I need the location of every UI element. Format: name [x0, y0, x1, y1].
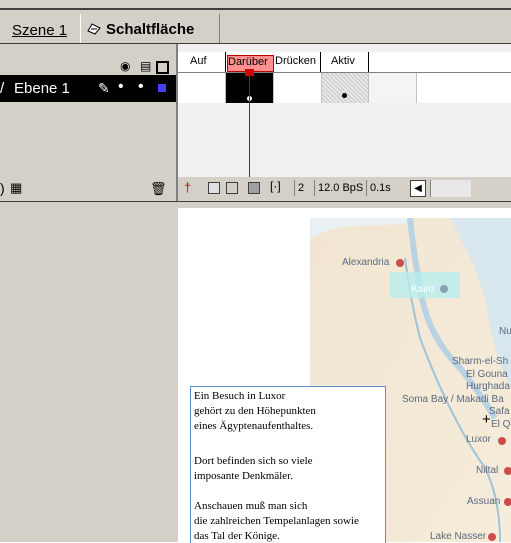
layer-name[interactable]: Ebene 1	[14, 80, 70, 97]
scroll-left-button[interactable]: ◀	[410, 180, 426, 197]
map-label-sharm: Sharm-el-Sh	[452, 356, 509, 367]
map-label-niltal: Niltal	[476, 465, 499, 476]
divider	[0, 8, 511, 10]
map-label-alexandria: Alexandria	[342, 257, 390, 268]
frame-cell-down[interactable]	[274, 73, 322, 103]
edit-multiple-icon[interactable]	[248, 182, 260, 194]
map-label-kairo: Kairo	[411, 284, 435, 295]
text-line: das Tal der Könige.	[194, 530, 280, 542]
onion-markers-icon[interactable]: [·]	[270, 179, 281, 193]
outline-icon[interactable]	[156, 61, 169, 74]
symbol-name: Schaltfläche	[106, 21, 195, 38]
text-field[interactable]: Ein Besuch in Luxor gehört zu den Höhepu…	[190, 386, 386, 543]
frame-label-down[interactable]: Drücken	[275, 55, 316, 70]
add-guide-layer-icon[interactable]: ▦	[10, 180, 22, 196]
map-label-luxor: Luxor	[466, 434, 492, 445]
city-marker	[498, 437, 506, 445]
eye-icon[interactable]: ◉	[120, 59, 130, 73]
text-line: Ein Besuch in Luxor	[194, 390, 286, 402]
text-line: imposante Denkmäler.	[194, 470, 293, 482]
crosshair-cursor-icon: +	[482, 411, 491, 428]
layer-icon: /	[0, 80, 5, 97]
horizontal-scrollbar[interactable]	[430, 180, 471, 197]
pencil-icon: ✎	[98, 80, 110, 96]
city-marker	[488, 533, 496, 541]
city-marker	[396, 259, 404, 267]
center-frame-icon[interactable]: †	[184, 180, 191, 195]
outline-color-swatch[interactable]	[158, 84, 166, 92]
lock-icon[interactable]: ▤	[140, 59, 151, 73]
scene-link[interactable]: Szene 1	[12, 22, 67, 39]
divider	[225, 52, 226, 72]
map-label-hurghada: Hurghada	[466, 381, 510, 392]
visibility-dot[interactable]: •	[118, 78, 124, 96]
timeline-panel: ◉ ▤ / Ebene 1 ✎ • • ) ▦ 🗑 Auf Darüber Dr…	[0, 44, 511, 201]
text-line: Dort befinden sich so viele	[194, 455, 313, 467]
map-label-gouna: El Gouna	[466, 369, 508, 380]
map-label-elq: El Q	[491, 419, 511, 430]
layer-row[interactable]: / Ebene 1 ✎ • •	[0, 75, 176, 102]
frame-header: Auf Darüber Drücken Aktiv	[178, 52, 511, 73]
lock-dot[interactable]: •	[138, 78, 144, 96]
map-label-nasser: Lake Nasser	[430, 531, 487, 542]
map-label-soma: Soma Bay / Makadi Ba	[402, 394, 504, 405]
text-line: Anschauen muß man sich	[194, 500, 308, 512]
text-line: eines Ägyptenaufenthaltes.	[194, 420, 314, 432]
timeline-status-bar: † [·] 2 12.0 BpS 0.1s ◀	[178, 177, 511, 201]
layer-list: ◉ ▤ / Ebene 1 ✎ • • ) ▦ 🗑	[0, 44, 176, 201]
onion-skin-icon[interactable]	[208, 182, 220, 194]
map-label-safa: Safa	[489, 406, 510, 417]
map-label-nu: Nu	[499, 326, 511, 337]
frame-cell-up[interactable]	[178, 73, 226, 103]
elapsed-time: 0.1s	[366, 180, 394, 196]
button-symbol-icon	[87, 23, 101, 35]
map-label-assuan: Assuan	[467, 496, 501, 507]
trash-icon[interactable]: 🗑	[150, 181, 167, 197]
frame-area: Auf Darüber Drücken Aktiv † [·] 2 12.0 B…	[178, 44, 511, 201]
city-marker	[504, 467, 511, 475]
city-marker	[504, 498, 511, 506]
frame-rate: 12.0 BpS	[314, 180, 366, 196]
edit-bar: Szene 1 Schaltfläche	[0, 0, 511, 44]
current-frame: 2	[294, 180, 307, 196]
playhead[interactable]	[249, 74, 250, 178]
frame-cell-hit[interactable]	[322, 73, 369, 103]
divider	[320, 52, 321, 72]
frame-label-up[interactable]: Auf	[190, 55, 207, 70]
add-layer-icon[interactable]: )	[0, 180, 5, 196]
city-marker	[440, 285, 448, 293]
onion-outline-icon[interactable]	[226, 182, 238, 194]
frame-row	[178, 73, 511, 103]
layer-controls: ) ▦ 🗑	[0, 177, 176, 201]
text-line: die zahlreichen Tempelanlagen sowie	[194, 515, 359, 527]
frame-cell[interactable]	[369, 73, 417, 103]
keyframe-dot	[342, 93, 347, 98]
divider	[368, 52, 369, 72]
text-line: gehört zu den Höhepunkten	[194, 405, 316, 417]
frame-label-hit[interactable]: Aktiv	[331, 55, 355, 70]
